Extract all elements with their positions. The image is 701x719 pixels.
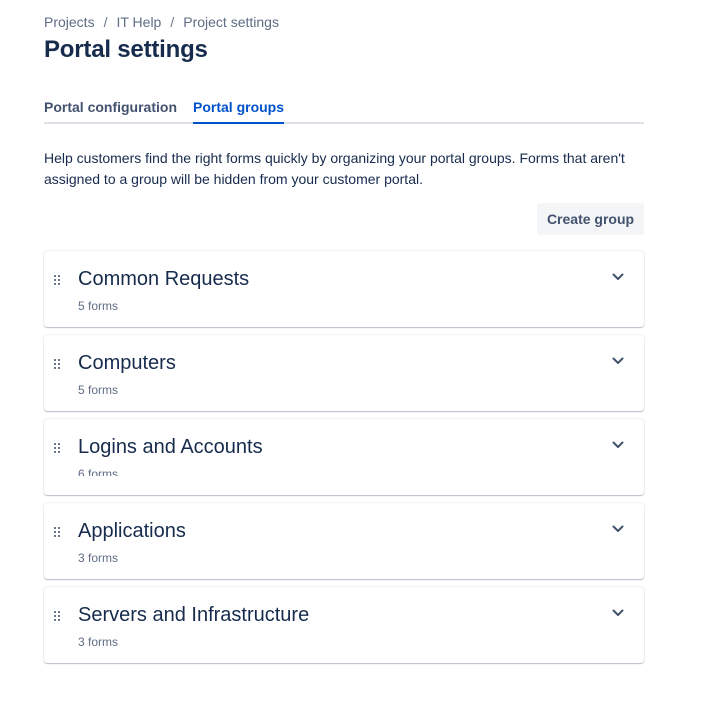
portal-group-form-count: 5 forms [78,383,119,397]
tab-portal-groups[interactable]: Portal groups [193,98,285,124]
page-title: Portal settings [44,36,208,63]
breadcrumb-item-projects[interactable]: Projects [44,14,95,30]
portal-group-card[interactable]: Computers 5 forms [44,335,644,411]
portal-group-name: Applications [78,520,186,542]
page-description: Help customers find the right forms quic… [44,150,625,187]
portal-settings-page: Projects / IT Help / Project settings Po… [0,0,701,719]
breadcrumb-item-project-settings[interactable]: Project settings [183,14,279,30]
breadcrumb: Projects / IT Help / Project settings [44,14,279,30]
portal-group-card[interactable]: Applications 3 forms [44,503,644,579]
chevron-down-icon[interactable] [610,521,626,537]
portal-group-form-count: 6 forms [78,467,119,476]
breadcrumb-separator: / [170,14,175,30]
portal-group-form-count: 3 forms [78,635,119,649]
breadcrumb-item-it-help[interactable]: IT Help [116,14,161,30]
chevron-down-icon[interactable] [610,353,626,369]
chevron-down-icon[interactable] [610,437,626,453]
settings-tabs: Portal configuration Portal groups [44,98,644,124]
drag-handle-icon[interactable] [53,525,61,537]
create-group-button[interactable]: Create group [537,203,644,235]
drag-handle-icon[interactable] [53,357,61,369]
portal-group-card[interactable]: Logins and Accounts 6 forms [44,419,644,495]
portal-group-form-count: 5 forms [78,299,119,313]
drag-handle-icon[interactable] [53,609,61,621]
chevron-down-icon[interactable] [610,605,626,621]
chevron-down-icon[interactable] [610,269,626,285]
portal-groups-list: Common Requests 5 forms Computers 5 form… [44,251,644,671]
breadcrumb-separator: / [103,14,108,30]
portal-group-name: Servers and Infrastructure [78,604,310,626]
portal-group-form-count: 3 forms [78,551,119,565]
drag-handle-icon[interactable] [53,441,61,453]
portal-group-name: Computers [78,352,176,374]
portal-group-name: Logins and Accounts [78,436,263,458]
drag-handle-icon[interactable] [53,273,61,285]
tab-portal-configuration[interactable]: Portal configuration [44,98,177,122]
portal-group-card[interactable]: Common Requests 5 forms [44,251,644,327]
portal-group-card[interactable]: Servers and Infrastructure 3 forms [44,587,644,663]
portal-group-name: Common Requests [78,268,250,290]
